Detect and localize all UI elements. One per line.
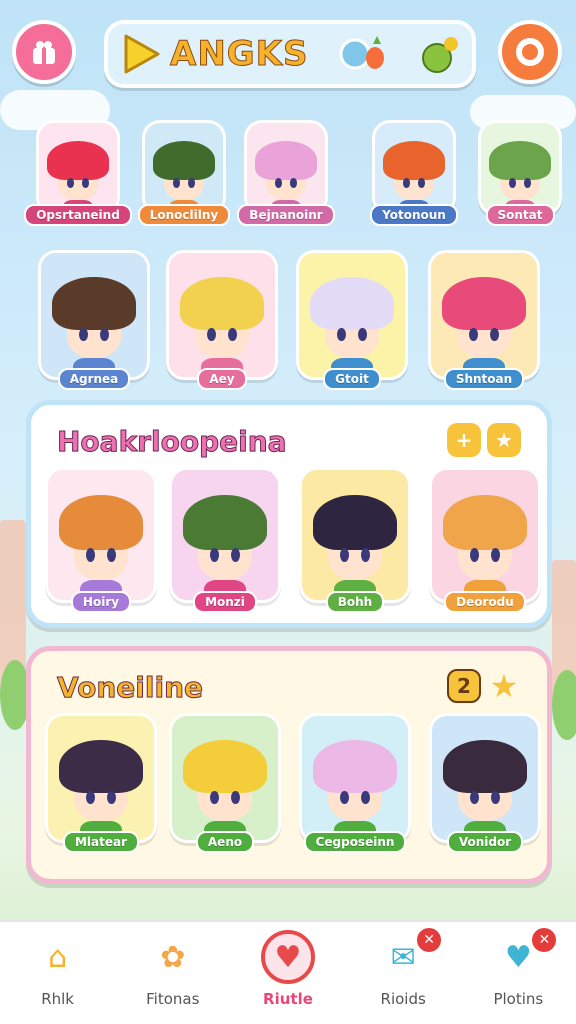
logo-bar: ANGKS — [104, 20, 476, 88]
character-card[interactable]: Agrnea — [38, 250, 150, 390]
character-card[interactable]: Mlatear — [45, 713, 157, 853]
character-avatar — [442, 276, 526, 377]
character-name: Agrnea — [57, 368, 131, 390]
tree — [552, 670, 576, 740]
character-name: Vonidor — [446, 831, 524, 853]
settings-button[interactable] — [498, 20, 562, 84]
character-card[interactable]: Monzi — [169, 467, 281, 613]
character-card[interactable]: Aey — [166, 250, 278, 390]
nav-item-fitonas[interactable]: ✿ Fitonas — [123, 930, 223, 1009]
character-card[interactable]: Vonidor — [429, 713, 541, 853]
mascot-icon: ✿ — [160, 939, 186, 975]
character-card[interactable]: Aeno — [169, 713, 281, 853]
panel-actions: 2 ★ — [447, 667, 521, 705]
character-portrait — [299, 713, 411, 843]
character-name: Sontat — [485, 204, 555, 226]
character-name: Aey — [197, 368, 247, 390]
house-icon: ⌂ — [48, 939, 68, 975]
character-avatar — [313, 739, 397, 840]
nav-label: Riutle — [263, 990, 313, 1008]
character-card[interactable]: Opsrtaneind — [24, 120, 132, 226]
logo-text: ANGKS — [170, 34, 309, 75]
nav-item-riutle[interactable]: ♥ Riutle — [238, 930, 338, 1008]
character-avatar — [183, 494, 267, 600]
character-portrait — [142, 120, 226, 216]
fruit-icon — [421, 37, 458, 73]
notification-badge: ✕ — [415, 926, 444, 954]
character-portrait — [429, 467, 541, 603]
featured-panel: Hoakrloopeina + ★ Hoiry Monzi Bohh Deorodu — [26, 400, 552, 628]
nav-item-plotins[interactable]: ♥ ✕ Plotins — [468, 926, 568, 1008]
character-avatar — [180, 276, 264, 377]
nav-item-rhlk[interactable]: ⌂ Rhlk — [8, 930, 108, 1009]
character-name: Bejnanoinr — [237, 204, 335, 226]
star-button[interactable]: ★ — [487, 667, 521, 705]
plus-button[interactable]: + — [447, 423, 481, 457]
gift-button[interactable] — [12, 20, 76, 84]
character-avatar — [310, 276, 394, 377]
nav-label: Fitonas — [146, 990, 200, 1008]
character-card[interactable]: Bohh — [299, 467, 411, 613]
character-portrait — [38, 250, 150, 380]
character-avatar — [443, 739, 527, 840]
character-avatar — [183, 739, 267, 840]
mascot-food-icon — [339, 36, 384, 70]
gift-icon — [33, 41, 55, 64]
character-name: Shntoan — [443, 368, 525, 390]
character-name: Cegposeinn — [303, 831, 407, 853]
character-portrait — [478, 120, 562, 216]
nav-label: Rioids — [380, 990, 426, 1008]
character-card[interactable]: Lonoclilny — [137, 120, 231, 226]
bottom-nav: ⌂ Rhlk ✿ Fitonas ♥ Riutle ✉ ✕ Rioids ♥ ✕ Plotins — [0, 920, 576, 1024]
character-card[interactable]: Gtoit — [296, 250, 408, 390]
character-card[interactable]: Cegposeinn — [299, 713, 411, 853]
character-name: Bohh — [325, 591, 385, 613]
nav-label: Rhlk — [41, 990, 74, 1008]
star-button[interactable]: ★ — [487, 423, 521, 457]
notification-badge: ✕ — [530, 926, 559, 954]
count-badge[interactable]: 2 — [447, 669, 481, 703]
character-name: Yotonoun — [370, 204, 458, 226]
character-portrait — [169, 467, 281, 603]
character-avatar — [443, 494, 527, 600]
character-avatar — [313, 494, 397, 600]
character-avatar — [52, 276, 136, 377]
heart-icon: ♥ — [260, 930, 315, 984]
character-name: Hoiry — [70, 591, 132, 613]
character-portrait — [36, 120, 120, 216]
character-avatar — [59, 494, 143, 600]
character-name: Mlatear — [62, 831, 140, 853]
character-portrait — [169, 713, 281, 843]
panel-title: Hoakrloopeina — [57, 425, 288, 459]
nav-item-rioids[interactable]: ✉ ✕ Rioids — [353, 926, 453, 1008]
character-name: Opsrtaneind — [24, 204, 132, 226]
character-name: Deorodu — [444, 591, 526, 613]
character-portrait — [299, 467, 411, 603]
character-portrait — [45, 713, 157, 843]
character-portrait — [429, 713, 541, 843]
character-card[interactable]: Sontat — [478, 120, 562, 226]
character-portrait — [296, 250, 408, 380]
favorites-panel: Voneiline 2 ★ Mlatear Aeno Cegposeinn Vonid… — [26, 646, 552, 884]
character-card[interactable]: Yotonoun — [370, 120, 458, 226]
ring-icon — [516, 38, 544, 66]
character-card[interactable]: Deorodu — [429, 467, 541, 613]
character-portrait — [244, 120, 328, 216]
nav-label: Plotins — [493, 990, 544, 1008]
character-name: Lonoclilny — [137, 204, 231, 226]
character-avatar — [59, 739, 143, 840]
character-name: Gtoit — [323, 368, 381, 390]
character-portrait — [428, 250, 540, 380]
character-portrait — [166, 250, 278, 380]
character-name: Aeno — [195, 831, 255, 853]
character-portrait — [372, 120, 456, 216]
character-card[interactable]: Shntoan — [428, 250, 540, 390]
character-card[interactable]: Hoiry — [45, 467, 157, 613]
play-icon — [124, 34, 160, 74]
character-name: Monzi — [193, 591, 257, 613]
character-card[interactable]: Bejnanoinr — [237, 120, 335, 226]
panel-actions: + ★ — [447, 423, 521, 457]
character-portrait — [45, 467, 157, 603]
panel-title: Voneiline — [56, 671, 204, 705]
